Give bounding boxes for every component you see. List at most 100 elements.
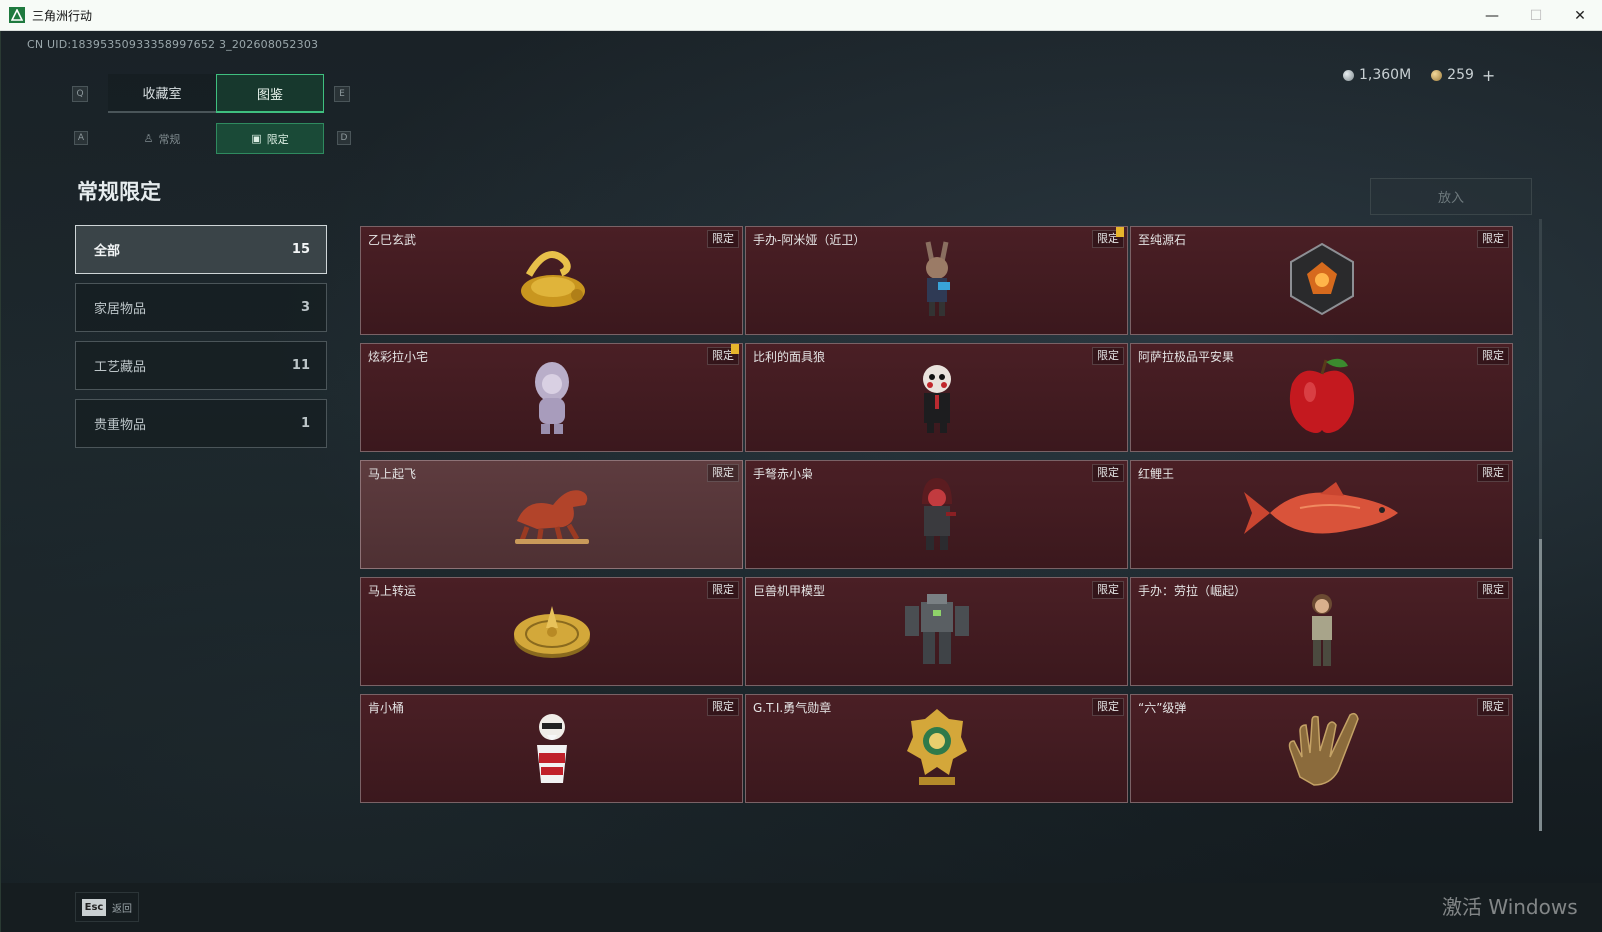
item-name: 阿萨拉极品平安果 [1138,350,1235,364]
item-card[interactable]: 红鲤王 限定 [1130,460,1513,569]
subtab-regular-label: 常规 [158,132,181,146]
limited-tag: 限定 [1477,698,1509,716]
key-hint-next-subtab: D [337,131,351,145]
item-name: 马上转运 [368,584,417,598]
filter-count: 3 [300,300,310,315]
subtab-regular[interactable]: ♙ 常规 [108,123,216,154]
subtab-limited-label: 限定 [266,132,289,146]
hooded-doll-icon [527,354,577,442]
limited-tag: 限定 [707,464,739,482]
red-apple-icon [1286,354,1358,442]
limited-tag: 限定 [1477,347,1509,365]
item-card[interactable]: 巨兽机甲模型 限定 [745,577,1128,686]
filter-count: 1 [300,416,310,431]
filter-count: 11 [291,358,310,373]
filter-label: 家居物品 [94,302,147,317]
filter-label: 全部 [94,244,121,259]
limited-tag: 限定 [1092,581,1124,599]
player-uid: CN UID:18395350933358997652 3_2026080523… [27,38,319,51]
item-name: 肯小桶 [368,701,405,715]
item-name: 至纯源石 [1138,233,1187,247]
item-card[interactable]: 比利的面具狼 限定 [745,343,1128,452]
golden-disc-icon [510,598,594,666]
item-name: 炫彩拉小宅 [368,350,429,364]
silver-currency: 1,360M [1343,67,1411,83]
image-icon: ▣ [251,132,262,145]
gold-amount: 259 [1447,67,1474,83]
billy-puppet-icon [912,355,962,441]
tab-catalog[interactable]: 图鉴 [216,74,324,113]
colonel-bucket-icon [527,705,577,793]
item-card[interactable]: 阿萨拉极品平安果 限定 [1130,343,1513,452]
window-titlebar: 三角洲行动 — ☐ ✕ [0,0,1602,31]
maximize-button[interactable]: ☐ [1514,0,1558,31]
bottom-bar: Esc 返回 [1,883,1602,932]
windows-activation-watermark: 激活 Windows [1442,895,1578,919]
item-card[interactable]: “六”级弹 限定 [1130,694,1513,803]
put-in-button[interactable]: 放入 [1370,178,1532,215]
filter-valuables[interactable]: 贵重物品 1 [75,399,327,448]
item-card[interactable]: 手办：劳拉（崛起） 限定 [1130,577,1513,686]
item-name: 手办-阿米娅（近卫） [753,233,866,247]
limited-tag: 限定 [1477,230,1509,248]
golden-snake-turtle-icon [507,239,597,323]
item-card[interactable]: 马上起飞 限定 [360,460,743,569]
sub-tabs: ♙ 常规 ▣ 限定 [108,123,324,154]
new-item-marker-icon [1116,227,1124,237]
limited-tag: 限定 [707,698,739,716]
originium-crystal-icon [1283,240,1361,322]
filter-crafts[interactable]: 工艺藏品 11 [75,341,327,390]
item-name: G.T.I.勇气勋章 [753,701,832,715]
back-button[interactable]: Esc 返回 [75,892,139,922]
item-card[interactable]: G.T.I.勇气勋章 限定 [745,694,1128,803]
game-canvas: CN UID:18395350933358997652 3_2026080523… [0,31,1602,932]
key-hint-prev-tab: Q [72,86,88,102]
limited-tag: 限定 [1092,464,1124,482]
mech-model-icon [897,588,977,676]
item-card[interactable]: 马上转运 限定 [360,577,743,686]
item-name: 乙巳玄武 [368,233,417,247]
currency-bar: 1,360M 259 + [1307,61,1539,89]
filter-home-items[interactable]: 家居物品 3 [75,283,327,332]
item-name: 巨兽机甲模型 [753,584,826,598]
app-logo-icon [9,7,25,23]
item-card[interactable]: 炫彩拉小宅 限定 [360,343,743,452]
filter-count: 15 [291,242,310,257]
add-currency-button[interactable]: + [1482,66,1495,85]
filter-all[interactable]: 全部 15 [75,225,327,274]
grid-scrollbar[interactable] [1539,219,1542,831]
item-card[interactable]: 手弩赤小枭 限定 [745,460,1128,569]
item-name: “六”级弹 [1138,701,1187,715]
gold-currency: 259 [1431,67,1474,83]
item-name: 手办：劳拉（崛起） [1138,584,1247,598]
minimize-button[interactable]: — [1470,0,1514,31]
item-name: 红鲤王 [1138,467,1175,481]
item-card[interactable]: 肯小桶 限定 [360,694,743,803]
main-tabs: 收藏室 图鉴 [108,74,324,113]
window-title: 三角洲行动 [32,8,93,23]
item-name: 比利的面具狼 [753,350,826,364]
scrollbar-thumb[interactable] [1539,539,1542,831]
subtab-limited[interactable]: ▣ 限定 [216,123,324,154]
figure-icon: ♙ [143,132,154,145]
close-button[interactable]: ✕ [1558,0,1602,31]
filter-label: 工艺藏品 [94,360,147,375]
limited-tag: 限定 [1477,581,1509,599]
item-name: 手弩赤小枭 [753,467,814,481]
golden-hand-icon [1280,705,1364,793]
item-card[interactable]: 乙巳玄武 限定 [360,226,743,335]
red-horse-icon [507,477,597,553]
lara-figure-icon [1300,588,1344,676]
gold-coin-icon [1431,69,1443,81]
limited-tag: 限定 [707,581,739,599]
item-card[interactable]: 至纯源石 限定 [1130,226,1513,335]
item-card[interactable]: 手办-阿米娅（近卫） 限定 [745,226,1128,335]
key-hint-prev-subtab: A [74,131,88,145]
silver-coin-icon [1343,69,1354,81]
section-title: 常规限定 [77,180,161,204]
tab-collection-room[interactable]: 收藏室 [108,74,216,113]
back-label: 返回 [112,903,132,915]
limited-tag: 限定 [1092,698,1124,716]
window-controls: — ☐ ✕ [1470,0,1602,31]
item-name: 马上起飞 [368,467,417,481]
